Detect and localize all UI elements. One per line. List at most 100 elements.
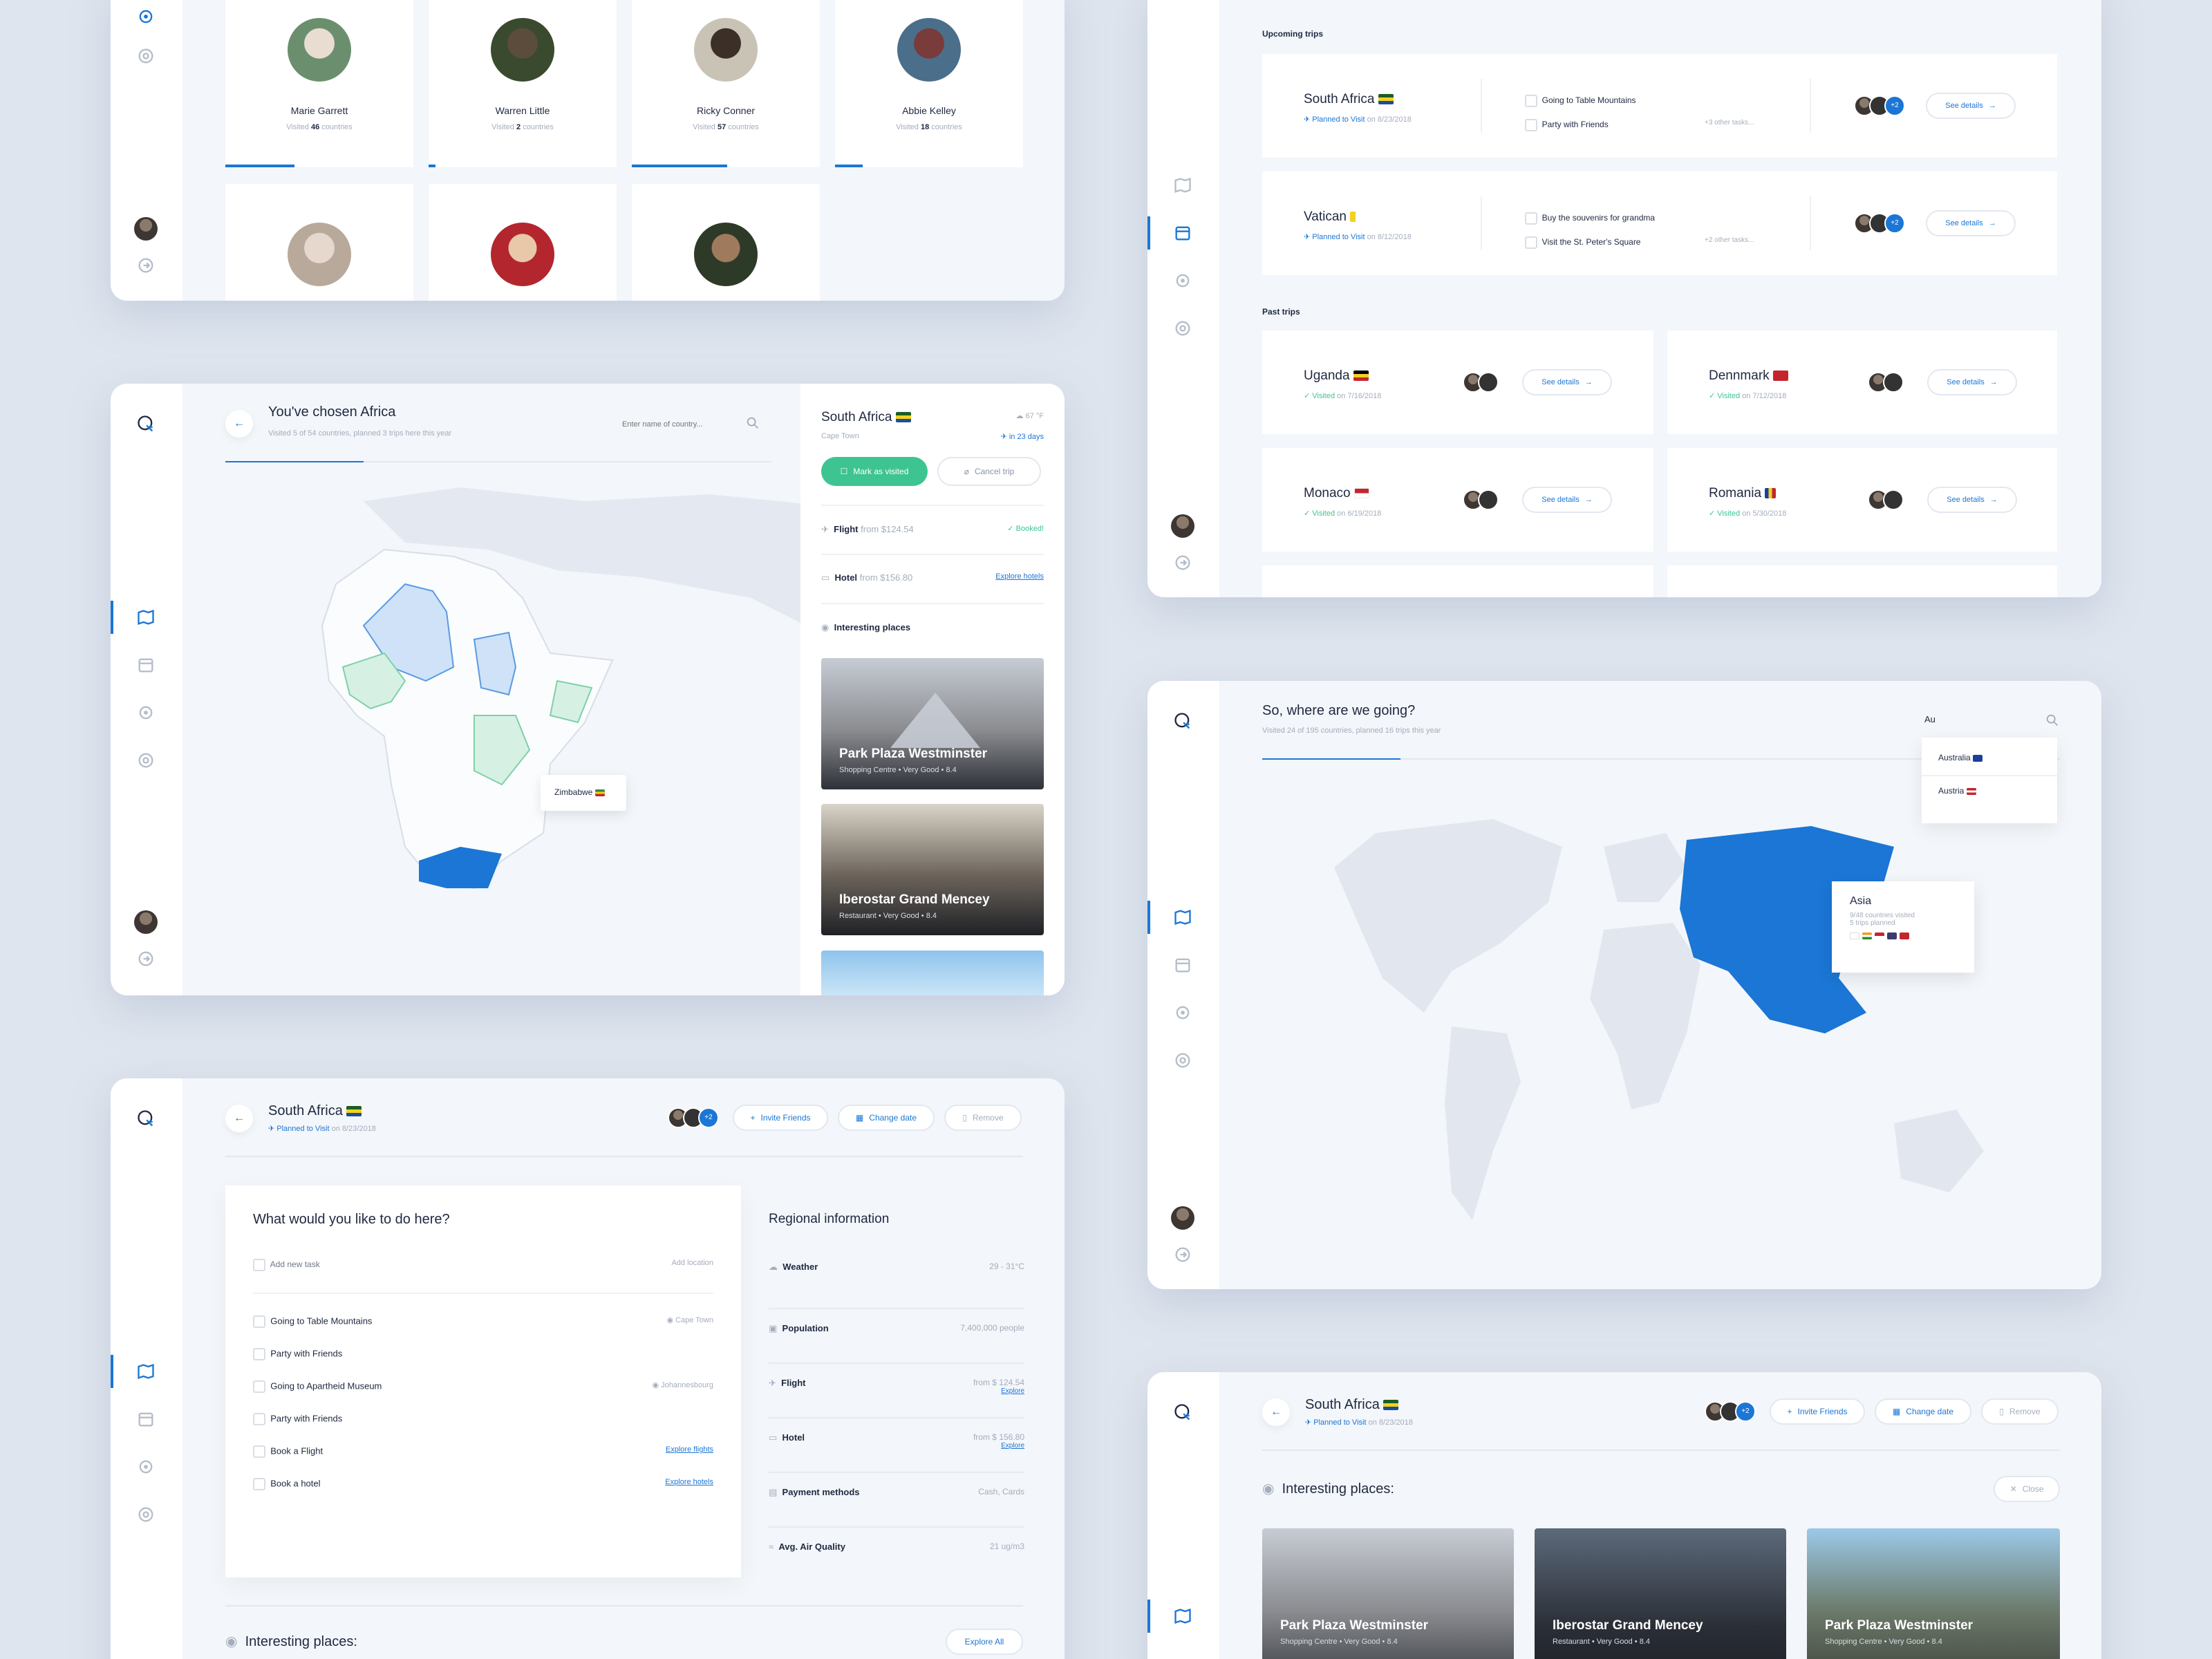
task-checkbox[interactable] [1525, 236, 1537, 249]
invite-friends-button[interactable]: + Invite Friends [1770, 1398, 1865, 1425]
more-tasks[interactable]: +2 other tasks... [1705, 236, 1754, 244]
task-checkbox[interactable] [1525, 94, 1537, 107]
help-icon[interactable] [136, 1505, 156, 1524]
help-icon[interactable] [1173, 319, 1192, 338]
task-checkbox[interactable] [1525, 212, 1537, 225]
friend-card[interactable]: Abbie Kelley Visited 18 countries [835, 0, 1023, 167]
see-details-button[interactable]: See details → [1926, 210, 2016, 236]
task-item[interactable]: Party with Friends [253, 1348, 713, 1380]
logo-icon[interactable] [136, 1109, 156, 1128]
explore-flights-link[interactable]: Explore flights [666, 1445, 713, 1478]
upcoming-trip-card[interactable]: Vatican ✈ Planned to Visit on 8/12/2018 … [1262, 171, 2057, 275]
friend-avatars[interactable]: +2 [668, 1107, 719, 1128]
user-avatar[interactable] [1171, 514, 1194, 538]
change-date-button[interactable]: ▦ Change date [838, 1105, 935, 1131]
friend-avatars[interactable] [1463, 372, 1499, 393]
place-card[interactable]: Park Plaza Westminster Shopping Centre • … [821, 658, 1044, 789]
user-avatar[interactable] [1171, 1206, 1194, 1230]
place-card[interactable]: Iberostar Grand Mencey Restaurant • Very … [1535, 1528, 1786, 1659]
see-details-button[interactable]: See details → [1522, 487, 1612, 513]
change-date-button[interactable]: ▦ Change date [1875, 1398, 1971, 1425]
calendar-icon[interactable] [136, 1409, 156, 1429]
friend-card[interactable] [225, 184, 413, 301]
past-trip-card[interactable]: Uganda ✓ Visited on 7/16/2018 See detail… [1262, 330, 1653, 434]
add-task-row[interactable]: Add new task Add location [253, 1259, 713, 1271]
see-details-button[interactable]: See details → [1927, 487, 2017, 513]
user-avatar[interactable] [134, 910, 158, 934]
explore-link[interactable]: Explore [973, 1442, 1024, 1450]
invite-friends-button[interactable]: + Invite Friends [733, 1105, 828, 1131]
add-location-link[interactable]: Add location [671, 1259, 713, 1271]
place-card[interactable]: Park Plaza Westminster Shopping Centre • … [1262, 1528, 1514, 1659]
mark-visited-button[interactable]: ☐ Mark as visited [821, 457, 928, 486]
friend-card[interactable]: Ricky Conner Visited 57 countries [632, 0, 820, 167]
calendar-icon[interactable] [1173, 223, 1192, 243]
task-checkbox[interactable] [253, 1413, 265, 1425]
friend-avatars[interactable] [1868, 489, 1904, 510]
task-item[interactable]: Going to Table Mountains ◉ Cape Town [253, 1315, 713, 1348]
map-icon[interactable] [136, 1362, 156, 1381]
see-details-button[interactable]: See details → [1926, 93, 2016, 119]
map-icon[interactable] [1173, 1606, 1192, 1626]
flight-row[interactable]: ✈ Flight from $124.54 ✓ Booked! [821, 524, 1044, 535]
past-trip-card[interactable]: Romania ✓ Visited on 5/30/2018 See detai… [1667, 448, 2057, 552]
help-icon[interactable] [136, 751, 156, 770]
back-button[interactable]: ← [225, 410, 253, 438]
friend-avatars[interactable] [1868, 372, 1904, 393]
task-item[interactable]: Book a Flight Explore flights [253, 1445, 713, 1478]
remove-button[interactable]: ▯ Remove [944, 1105, 1022, 1131]
explore-link[interactable]: Explore [973, 1387, 1024, 1395]
explore-hotels-link[interactable]: Explore hotels [995, 572, 1044, 583]
upcoming-trip-card[interactable]: South Africa ✈ Planned to Visit on 8/23/… [1262, 54, 2057, 158]
cancel-trip-button[interactable]: ⌀ Cancel trip [937, 457, 1041, 486]
hotel-row[interactable]: ▭ Hotel from $156.80 Explore hotels [821, 572, 1044, 583]
settings-icon[interactable] [136, 703, 156, 722]
search-icon[interactable] [2045, 713, 2060, 728]
map-icon[interactable] [1173, 176, 1192, 195]
task-item[interactable]: Going to Apartheid Museum ◉ Johannesbourg [253, 1380, 713, 1413]
logout-icon[interactable] [1173, 1245, 1192, 1264]
close-button[interactable]: ✕ Close [1994, 1476, 2060, 1502]
logout-icon[interactable] [136, 949, 156, 968]
place-card[interactable] [821, 950, 1044, 995]
task-item[interactable]: Party with Friends [253, 1413, 713, 1445]
logout-icon[interactable] [1173, 553, 1192, 572]
friend-avatars[interactable]: +2 [1854, 95, 1905, 116]
friend-card[interactable]: Marie Garrett Visited 46 countries [225, 0, 413, 167]
task-checkbox[interactable] [253, 1445, 265, 1458]
explore-hotels-link[interactable]: Explore hotels [665, 1478, 713, 1510]
settings-icon[interactable] [1173, 271, 1192, 290]
friend-card[interactable] [632, 184, 820, 301]
logout-icon[interactable] [136, 256, 156, 275]
explore-all-button[interactable]: Explore All [946, 1629, 1023, 1655]
user-avatar[interactable] [134, 217, 158, 241]
friend-avatars[interactable]: +2 [1705, 1401, 1756, 1422]
world-map[interactable] [1272, 805, 2074, 1262]
friend-avatars[interactable]: +2 [1854, 213, 1905, 234]
settings-icon[interactable] [1173, 1003, 1192, 1022]
settings-icon[interactable] [136, 1457, 156, 1477]
map-icon[interactable] [136, 608, 156, 627]
back-button[interactable]: ← [225, 1105, 253, 1132]
back-button[interactable]: ← [1262, 1398, 1290, 1426]
past-trip-card[interactable] [1262, 565, 1653, 597]
search-icon[interactable] [745, 415, 760, 431]
settings-icon[interactable] [136, 7, 156, 26]
place-card[interactable]: Park Plaza Westminster Shopping Centre • … [1807, 1528, 2060, 1659]
task-checkbox[interactable] [1525, 118, 1537, 131]
past-trip-card[interactable]: Dennmark ✓ Visited on 7/12/2018 See deta… [1667, 330, 2057, 434]
help-icon[interactable] [136, 46, 156, 66]
task-checkbox[interactable] [253, 1315, 265, 1328]
past-trip-card[interactable] [1667, 565, 2057, 597]
calendar-icon[interactable] [136, 655, 156, 675]
task-checkbox[interactable] [253, 1478, 265, 1490]
help-icon[interactable] [1173, 1051, 1192, 1070]
calendar-icon[interactable] [1173, 955, 1192, 975]
suggestion-item[interactable]: Australia [1922, 738, 2057, 762]
friend-avatars[interactable] [1463, 489, 1499, 510]
place-card[interactable]: Iberostar Grand Mencey Restaurant • Very … [821, 804, 1044, 935]
search-input[interactable]: Au [1924, 714, 1936, 724]
logo-icon[interactable] [1173, 1403, 1192, 1422]
past-trip-card[interactable]: Monaco ✓ Visited on 6/19/2018 See detail… [1262, 448, 1653, 552]
remove-button[interactable]: ▯ Remove [1981, 1398, 2059, 1425]
